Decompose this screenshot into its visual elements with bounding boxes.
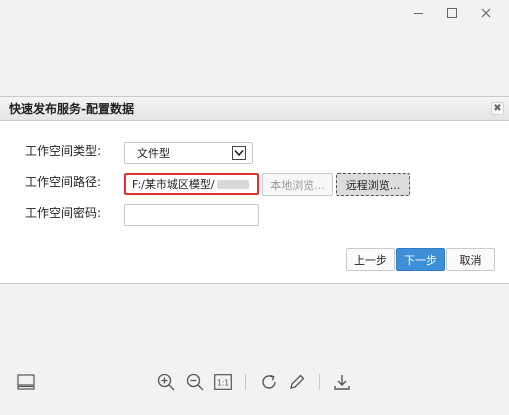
zoom-in-icon[interactable]: [157, 373, 175, 391]
maximize-icon[interactable]: [435, 4, 469, 22]
rotate-icon[interactable]: [260, 373, 278, 391]
workspace-path-label: 工作空间路径:: [25, 175, 102, 189]
workspace-type-select[interactable]: 文件型: [124, 142, 253, 164]
actual-size-icon[interactable]: 1:1: [214, 373, 232, 391]
dialog-title: 快速发布服务-配置数据: [9, 102, 134, 116]
chevron-down-icon: [232, 146, 246, 160]
local-browse-button[interactable]: 本地浏览...: [262, 173, 333, 196]
actual-size-label: 1:1: [217, 379, 229, 388]
layout-icon[interactable]: [17, 373, 35, 391]
workspace-type-value: 文件型: [137, 147, 170, 160]
workspace-path-value: F:/某市城区模型/: [132, 178, 215, 191]
edit-icon[interactable]: [288, 373, 306, 391]
dialog-header: 快速发布服务-配置数据: [0, 97, 509, 121]
dialog-close-icon[interactable]: ✖: [491, 102, 504, 115]
workspace-password-input[interactable]: [124, 204, 259, 226]
previous-button[interactable]: 上一步: [346, 248, 395, 271]
close-window-icon[interactable]: [469, 4, 503, 22]
cancel-button[interactable]: 取消: [446, 248, 495, 271]
minimize-icon[interactable]: [401, 4, 435, 22]
workspace-password-label: 工作空间密码:: [25, 206, 102, 220]
toolbar-divider: [319, 374, 320, 390]
window-controls: [401, 4, 503, 22]
next-button[interactable]: 下一步: [396, 248, 445, 271]
workspace-type-label: 工作空间类型:: [25, 144, 102, 158]
publish-config-dialog: 快速发布服务-配置数据 ✖ 工作空间类型: 文件型 工作空间路径: F:/某市城…: [0, 96, 509, 284]
download-icon[interactable]: [333, 373, 351, 391]
remote-browse-button[interactable]: 远程浏览...: [336, 173, 410, 196]
toolbar-divider: [245, 374, 246, 390]
zoom-out-icon[interactable]: [186, 373, 204, 391]
workspace-path-input[interactable]: F:/某市城区模型/: [124, 173, 259, 195]
redacted-text: [216, 179, 249, 189]
